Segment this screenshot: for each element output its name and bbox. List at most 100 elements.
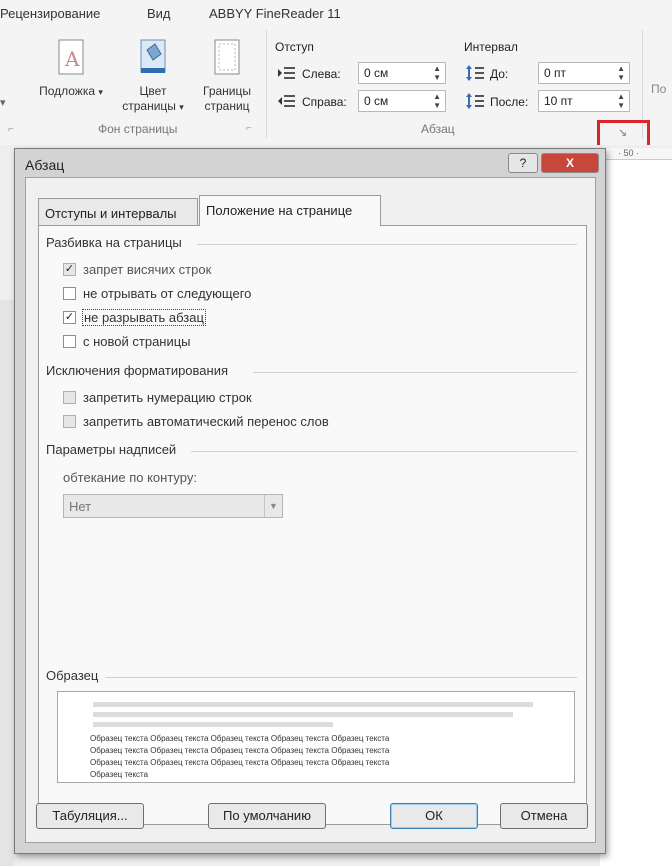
suppress-line-numbers-checkbox[interactable]: запретить нумерацию строк xyxy=(63,389,323,407)
spinner-arrows-icon[interactable]: ▲ ▼ xyxy=(617,64,625,82)
tight-wrap-value: Нет xyxy=(69,499,92,514)
document-page[interactable] xyxy=(600,160,672,866)
indent-right-label: Справа: xyxy=(302,95,347,109)
page-break-before-label: с новой страницы xyxy=(83,334,191,349)
indent-left-icon xyxy=(278,67,295,79)
keep-with-next-checkbox[interactable]: не отрывать от следующего xyxy=(63,285,303,303)
preview-text-line: Образец текста Образец текста Образец те… xyxy=(90,734,390,743)
spacing-after-spinner[interactable]: 10 пт ▲ ▼ xyxy=(538,90,630,112)
tight-wrap-select[interactable]: Нет ▼ xyxy=(63,494,283,518)
ruler: · 50 · xyxy=(600,148,672,160)
preview-previous-paragraph xyxy=(93,712,513,717)
indent-left-value: 0 см xyxy=(364,66,389,80)
help-icon: ? xyxy=(519,156,527,170)
page-break-before-checkbox[interactable]: с новой страницы xyxy=(63,333,263,351)
pagination-title: Разбивка на страницы xyxy=(46,235,182,250)
group-label-paragraph: Абзац xyxy=(421,122,455,136)
dialog-launcher-icon[interactable]: ⌐ xyxy=(8,124,14,135)
spacing-after-value: 10 пт xyxy=(544,94,573,108)
tab-line-page-breaks[interactable]: Положение на странице xyxy=(199,195,381,226)
chevron-down-icon[interactable]: ▾ xyxy=(0,96,6,109)
page-borders-label-1: Границы xyxy=(203,84,251,98)
formatting-exceptions-title: Исключения форматирования xyxy=(46,363,229,378)
spacing-after-icon xyxy=(466,93,484,109)
checkbox-box xyxy=(63,391,76,404)
ruler-mark: · 50 · xyxy=(618,148,640,158)
no-hyphenation-checkbox[interactable]: запретить автоматический перенос слов xyxy=(63,413,383,431)
keep-with-next-label: не отрывать от следующего xyxy=(83,286,252,301)
tab-view[interactable]: Вид xyxy=(147,6,171,21)
spacing-before-value: 0 пт xyxy=(544,66,567,80)
partial-group-label: По xyxy=(651,82,667,96)
checkbox-box xyxy=(63,415,76,428)
spacing-before-spinner[interactable]: 0 пт ▲ ▼ xyxy=(538,62,630,84)
group-divider xyxy=(266,30,267,138)
tab-review[interactable]: Рецензирование xyxy=(0,6,100,21)
svg-text:A: A xyxy=(64,47,80,71)
page-borders-button[interactable]: Границы страниц xyxy=(194,38,260,114)
ok-button[interactable]: ОК xyxy=(390,803,478,829)
close-icon: X xyxy=(565,156,574,170)
textbox-options-title: Параметры надписей xyxy=(46,442,177,457)
ribbon: Рецензирование Вид ABBYY FineReader 11 ▾… xyxy=(0,0,672,145)
indent-left-spinner[interactable]: 0 см ▲ ▼ xyxy=(358,62,446,84)
dialog-launcher-icon[interactable]: ⌐ xyxy=(246,123,252,134)
suppress-line-numbers-label: запретить нумерацию строк xyxy=(83,390,252,405)
left-margin-bar xyxy=(0,300,14,866)
checkbox-check-icon: ✓ xyxy=(63,263,76,276)
preview-text-line: Образец текста xyxy=(90,770,149,779)
preview-title: Образец xyxy=(46,668,99,683)
indent-right-spinner[interactable]: 0 см ▲ ▼ xyxy=(358,90,446,112)
spinner-arrows-icon[interactable]: ▲ ▼ xyxy=(433,64,441,82)
checkbox-box xyxy=(63,335,76,348)
spacing-title: Интервал xyxy=(464,40,518,54)
spacing-after-label: После: xyxy=(490,95,529,109)
dialog-client-area: Отступы и интервалы Положение на страниц… xyxy=(25,177,596,843)
indent-left-label: Слева: xyxy=(302,67,341,81)
checkbox-check-icon: ✓ xyxy=(63,311,76,324)
tabs-button[interactable]: Табуляция... xyxy=(36,803,144,829)
section-divider xyxy=(253,372,577,373)
page-color-label-1: Цвет xyxy=(139,84,167,98)
checkbox-box xyxy=(63,287,76,300)
section-divider xyxy=(105,677,577,678)
spacing-before-icon xyxy=(466,65,484,81)
tab-panel: Разбивка на страницы ✓ запрет висячих ст… xyxy=(38,225,587,825)
spinner-arrows-icon[interactable]: ▲ ▼ xyxy=(433,92,441,110)
keep-lines-together-checkbox[interactable]: ✓ не разрывать абзац xyxy=(63,309,263,327)
cancel-button[interactable]: Отмена xyxy=(500,803,588,829)
spinner-arrows-icon[interactable]: ▲ ▼ xyxy=(617,92,625,110)
preview-text-line: Образец текста Образец текста Образец те… xyxy=(90,746,390,755)
no-hyphenation-label: запретить автоматический перенос слов xyxy=(83,414,329,429)
group-label-page-background: Фон страницы xyxy=(98,122,178,136)
widow-control-checkbox[interactable]: ✓ запрет висячих строк xyxy=(63,261,263,279)
section-divider xyxy=(197,244,577,245)
tight-wrap-label: обтекание по контуру: xyxy=(63,470,197,485)
close-button[interactable]: X xyxy=(541,153,599,173)
preview-previous-paragraph xyxy=(93,702,533,707)
preview-box: Образец текста Образец текста Образец те… xyxy=(57,691,575,783)
watermark-icon: A xyxy=(58,39,84,75)
indent-title: Отступ xyxy=(275,40,314,54)
paragraph-dialog: Абзац ? X Отступы и интервалы Положение … xyxy=(14,148,606,854)
section-divider xyxy=(191,451,577,452)
indent-right-icon xyxy=(278,95,295,107)
dialog-title: Абзац xyxy=(25,157,65,173)
widow-control-label: запрет висячих строк xyxy=(83,262,212,277)
page-borders-icon xyxy=(214,39,240,75)
paint-bucket-icon xyxy=(140,39,166,73)
set-default-button[interactable]: По умолчанию xyxy=(208,803,326,829)
page-borders-label-2: страниц xyxy=(204,99,250,113)
page-color-label-2: страницы ▾ xyxy=(122,99,184,113)
tab-indents-spacing[interactable]: Отступы и интервалы xyxy=(38,198,198,226)
help-button[interactable]: ? xyxy=(508,153,538,173)
tab-abbyy[interactable]: ABBYY FineReader 11 xyxy=(209,6,341,21)
watermark-button[interactable]: A Подложка ▾ xyxy=(34,38,108,100)
watermark-label: Подложка ▾ xyxy=(39,84,103,98)
chevron-down-icon[interactable]: ▼ xyxy=(264,495,282,517)
spacing-before-label: До: xyxy=(490,67,509,81)
preview-previous-paragraph xyxy=(93,722,333,727)
page-color-button[interactable]: Цвет страницы ▾ xyxy=(112,38,194,115)
indent-right-value: 0 см xyxy=(364,94,389,108)
keep-lines-together-label: не разрывать абзац xyxy=(82,309,206,326)
